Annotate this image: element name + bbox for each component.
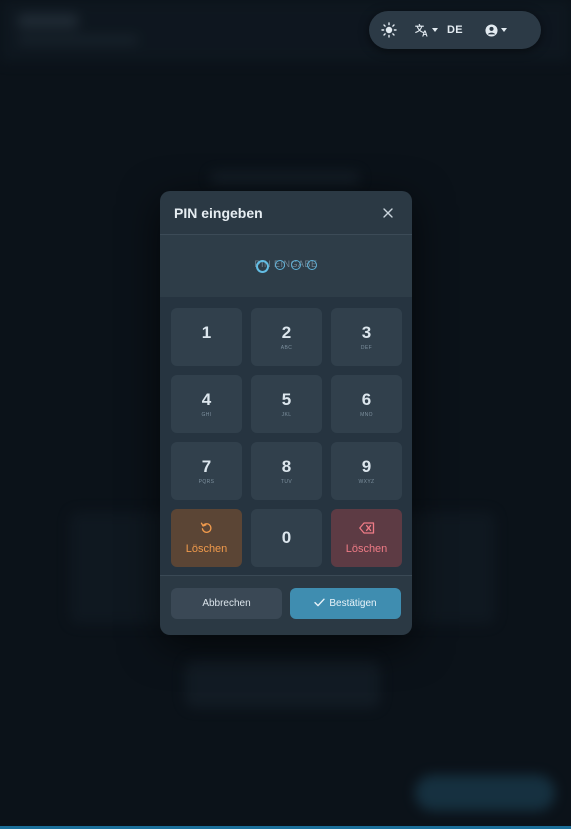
key-letters: PQRS [198,478,215,485]
pin-dot [290,259,301,270]
key-number: 1 [201,322,212,342]
key-letters: WXYZ [358,478,375,485]
close-button[interactable] [380,205,396,221]
key-letters: DEF [360,344,373,351]
translate-icon: 文 A [415,23,429,37]
svg-text:A: A [422,30,428,38]
cancel-label: Abbrechen [202,598,251,609]
backspace-button[interactable]: Löschen [331,509,402,567]
background-action-button [415,775,555,811]
key-letters: GHI [201,411,212,418]
account-icon [485,23,498,37]
key-letters: ABC [280,344,293,351]
backspace-icon [358,521,375,539]
check-icon [314,598,326,610]
pin-dots [255,259,317,273]
theme-toggle-button[interactable] [381,22,397,38]
pin-display: PIN EINGABE [160,235,412,297]
backspace-label: Löschen [345,543,388,555]
pin-dot [306,259,317,270]
clear-button[interactable]: Löschen [171,509,242,567]
keypad: 1 2 ABC 3 DEF 4 GHI 5 JKL 6 MNO 7 PQRS 8 [160,297,412,576]
top-toolbar: 文 A DE [369,11,541,49]
dialog-header: PIN eingeben [160,191,412,235]
chevron-down-icon [432,28,438,32]
key-6[interactable]: 6 MNO [331,375,402,433]
key-number: 2 [281,322,292,342]
key-number: 5 [281,389,292,409]
confirm-label: Bestätigen [329,598,377,609]
key-number: 4 [201,389,212,409]
background-title [18,14,78,28]
cancel-button[interactable]: Abbrechen [171,588,282,619]
background-subtitle [18,36,138,44]
key-number: 8 [281,456,292,476]
dialog-title: PIN eingeben [174,204,263,221]
key-number: 9 [361,456,372,476]
background-bar [210,172,360,184]
key-2[interactable]: 2 ABC [251,308,322,366]
confirm-button[interactable]: Bestätigen [290,588,401,619]
sun-icon [381,22,397,38]
key-number: 7 [201,456,212,476]
key-4[interactable]: 4 GHI [171,375,242,433]
key-7[interactable]: 7 PQRS [171,442,242,500]
language-selector[interactable]: 文 A DE [415,23,463,37]
pin-dot [274,259,285,270]
key-letters: JKL [281,411,292,418]
clear-label: Löschen [185,543,228,555]
key-letters: MNO [360,411,373,418]
key-number: 0 [281,528,292,547]
key-letters: TUV [280,478,293,485]
key-8[interactable]: 8 TUV [251,442,322,500]
background-button [185,660,380,708]
pin-dialog: PIN eingeben PIN EINGABE 1 2 ABC 3 DEF 4… [160,191,412,635]
chevron-down-icon [500,28,507,32]
reset-icon [200,521,213,539]
pin-dot [255,259,269,273]
key-1[interactable]: 1 [171,308,242,366]
dialog-footer: Abbrechen Bestätigen [160,576,412,631]
key-number: 3 [361,322,372,342]
key-3[interactable]: 3 DEF [331,308,402,366]
language-code: DE [447,24,463,36]
close-icon [383,207,393,218]
key-0[interactable]: 0 [251,509,322,567]
account-menu-button[interactable] [485,23,507,37]
key-9[interactable]: 9 WXYZ [331,442,402,500]
key-number: 6 [361,389,372,409]
key-5[interactable]: 5 JKL [251,375,322,433]
